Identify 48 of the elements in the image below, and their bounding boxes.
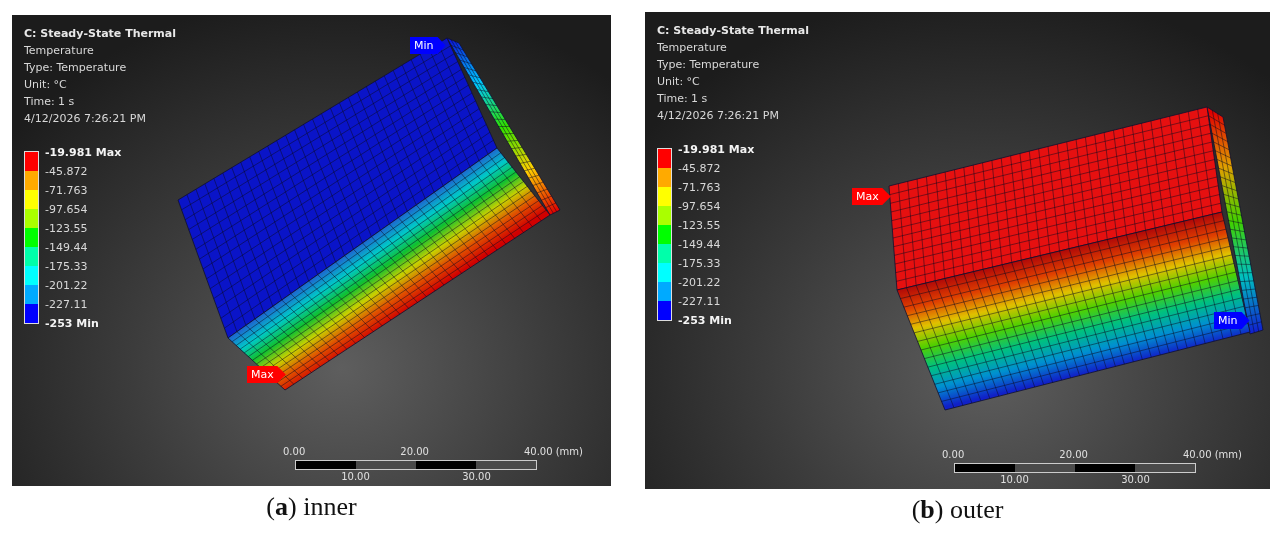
legend-value: -201.22 bbox=[678, 275, 722, 291]
legend-value: -149.44 bbox=[45, 240, 89, 256]
legend-value: -175.33 bbox=[678, 256, 722, 272]
legend-value: -71.763 bbox=[678, 180, 722, 196]
scale-label: 40.00 (mm) bbox=[523, 445, 583, 459]
probe-tag: Min bbox=[1214, 312, 1250, 329]
scale-label: 40.00 (mm) bbox=[1182, 448, 1242, 462]
legend-value: -227.11 bbox=[678, 294, 722, 310]
result-info-text: Temperature bbox=[24, 43, 94, 59]
scale-label: 20.00 bbox=[400, 445, 429, 459]
legend-value: -175.33 bbox=[45, 259, 89, 275]
scale-label: 20.00 bbox=[1059, 448, 1088, 462]
result-info-text: Time: 1 s bbox=[657, 91, 708, 107]
result-info-text: Time: 1 s bbox=[24, 94, 75, 110]
probe-tag: Min bbox=[410, 37, 446, 54]
legend-value: -149.44 bbox=[678, 237, 722, 253]
legend-value: -227.11 bbox=[45, 297, 89, 313]
legend-value: -123.55 bbox=[45, 221, 89, 237]
result-info-text: Temperature bbox=[657, 40, 727, 56]
result-info-text: Type: Temperature bbox=[24, 60, 127, 76]
legend-value: -201.22 bbox=[45, 278, 89, 294]
scale-label: 30.00 bbox=[1121, 473, 1150, 487]
probe-tag: Max bbox=[247, 366, 286, 383]
scale-label: 10.00 bbox=[341, 470, 370, 484]
legend-value: -97.654 bbox=[678, 199, 722, 215]
figure-caption: (a) inner bbox=[266, 492, 357, 522]
result-title: C: Steady-State Thermal bbox=[657, 23, 809, 39]
legend-value: -19.981 Max bbox=[45, 145, 122, 161]
result-info-text: Type: Temperature bbox=[657, 57, 760, 73]
legend-value: -253 Min bbox=[45, 316, 100, 332]
scale-label: 10.00 bbox=[1000, 473, 1029, 487]
result-info-text: 4/12/2026 7:26:21 PM bbox=[657, 108, 779, 124]
legend-value: -45.872 bbox=[678, 161, 722, 177]
result-info-text: Unit: °C bbox=[657, 74, 700, 90]
legend-value: -253 Min bbox=[678, 313, 733, 329]
figure-caption: (b) outer bbox=[911, 495, 1004, 525]
result-info-text: Unit: °C bbox=[24, 77, 67, 93]
probe-tag: Max bbox=[852, 188, 891, 205]
legend-value: -71.763 bbox=[45, 183, 89, 199]
scale-label: 0.00 bbox=[283, 445, 306, 459]
legend-value: -97.654 bbox=[45, 202, 89, 218]
result-title: C: Steady-State Thermal bbox=[24, 26, 176, 42]
legend-value: -123.55 bbox=[678, 218, 722, 234]
scale-label: 30.00 bbox=[462, 470, 491, 484]
legend-value: -19.981 Max bbox=[678, 142, 755, 158]
result-info-text: 4/12/2026 7:26:21 PM bbox=[24, 111, 146, 127]
legend-value: -45.872 bbox=[45, 164, 89, 180]
scale-label: 0.00 bbox=[942, 448, 965, 462]
